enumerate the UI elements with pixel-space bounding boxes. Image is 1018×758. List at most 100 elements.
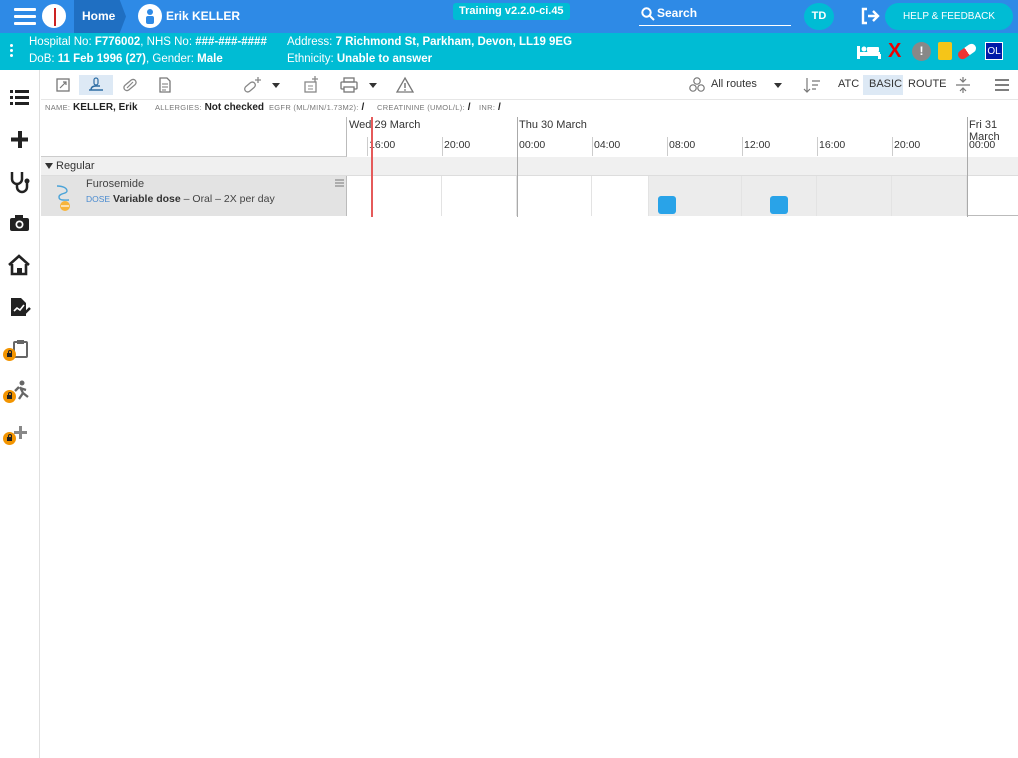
- scheduled-dose-marker[interactable]: [770, 196, 788, 214]
- search-button[interactable]: Search: [639, 4, 791, 26]
- scheduled-dose-marker[interactable]: [658, 196, 676, 214]
- hour-label: 12:00: [744, 139, 771, 151]
- egfr-field: EGFR (ML/MIN/1.73M2): /: [269, 102, 365, 113]
- pill-icon[interactable]: [956, 42, 978, 61]
- house-icon: [8, 254, 30, 276]
- chart-toolbar: All routes ATC BASIC ROUTE: [41, 70, 1018, 100]
- time-cell[interactable]: [347, 176, 442, 216]
- logout-icon[interactable]: [860, 7, 880, 25]
- time-cell[interactable]: [517, 176, 592, 216]
- day-label: Wed 29 March: [349, 119, 421, 131]
- more-vertical-icon[interactable]: [10, 44, 13, 59]
- route-view-button[interactable]: ROUTE: [908, 78, 947, 90]
- allergies-field: ALLERGIES: Not checked: [155, 102, 265, 113]
- edit-document-icon: [11, 298, 31, 316]
- hour-tick: [442, 137, 443, 156]
- alert-x-icon[interactable]: X: [888, 41, 901, 62]
- hand-pill-icon: [89, 77, 103, 91]
- chart-header-blank: [41, 117, 347, 157]
- day-separator: [967, 117, 968, 217]
- patient-ethnicity: Ethnicity: Unable to answer: [287, 53, 433, 65]
- ol-badge[interactable]: OL: [985, 42, 1003, 60]
- collapse-icon[interactable]: [953, 75, 973, 95]
- time-cell[interactable]: [442, 176, 517, 216]
- hour-label: 20:00: [444, 139, 471, 151]
- hour-label: 00:00: [969, 139, 996, 151]
- hour-tick: [742, 137, 743, 156]
- atc-view-button[interactable]: ATC: [838, 78, 859, 90]
- search-icon: [641, 7, 655, 21]
- oral-medication-icon: [56, 185, 70, 211]
- build-badge: Training v2.2.0-ci.45: [453, 3, 570, 20]
- patient-demographics: DoB: 11 Feb 1996 (27), Gender: Male: [29, 53, 223, 65]
- print-dropdown-icon[interactable]: [369, 83, 377, 88]
- lock-icon: [3, 348, 16, 361]
- print-icon[interactable]: [339, 75, 359, 95]
- search-label: Search: [657, 6, 698, 20]
- person-icon: [138, 4, 162, 28]
- patient-info-strip: NAME: KELLER, Erik ALLERGIES: Not checke…: [41, 100, 1018, 117]
- section-regular[interactable]: Regular: [41, 157, 1018, 176]
- hour-label: 20:00: [894, 139, 921, 151]
- medication-name: Furosemide: [86, 178, 145, 190]
- hour-tick: [592, 137, 593, 156]
- tab-administration[interactable]: [79, 75, 113, 95]
- top-bar: Home Erik KELLER Training v2.2.0-ci.45 S…: [0, 0, 1018, 33]
- sidebar-item-locked-1[interactable]: [0, 329, 40, 369]
- hour-label: 16:00: [819, 139, 846, 151]
- menu-icon[interactable]: [992, 75, 1012, 95]
- basic-view-button[interactable]: BASIC: [863, 75, 903, 95]
- clipboard-icon[interactable]: [938, 42, 952, 60]
- routes-select[interactable]: All routes: [711, 78, 757, 90]
- medication-dose: DOSE Variable dose – Oral – 2X per day: [86, 193, 275, 205]
- medication-chart: Wed 29 March Thu 30 March Fri 31 March 16:0…: [41, 117, 1018, 217]
- add-medication-dropdown-icon[interactable]: [272, 83, 280, 88]
- sidebar-item-chart[interactable]: [0, 287, 40, 327]
- history-icon[interactable]: [53, 75, 73, 95]
- patient-ids: Hospital No: F776002, NHS No: ###-###-##…: [29, 36, 267, 48]
- warning-icon[interactable]: !: [912, 42, 931, 61]
- app-logo[interactable]: [40, 2, 68, 30]
- capsule-icon[interactable]: [120, 75, 140, 95]
- hour-tick: [817, 137, 818, 156]
- patient-address: Address: 7 Richmond St, Parkham, Devon, …: [287, 36, 573, 48]
- sidebar-item-add[interactable]: [0, 119, 40, 159]
- hamburger-menu-icon[interactable]: [14, 8, 36, 26]
- medication-row[interactable]: Furosemide DOSE Variable dose – Oral – 2…: [41, 176, 1018, 216]
- caret-down-icon[interactable]: [45, 163, 53, 169]
- sidebar-item-locked-3[interactable]: [0, 413, 40, 453]
- time-cell[interactable]: [592, 176, 649, 216]
- sidebar-item-camera[interactable]: [0, 203, 40, 243]
- patient-banner: Hospital No: F776002, NHS No: ###-###-##…: [0, 33, 1018, 70]
- time-cell[interactable]: [892, 176, 967, 216]
- list-icon: [10, 90, 29, 105]
- time-cell[interactable]: [817, 176, 892, 216]
- user-avatar[interactable]: TD: [804, 3, 834, 30]
- add-medication-icon[interactable]: [241, 75, 263, 95]
- bed-icon[interactable]: [856, 42, 882, 62]
- add-order-icon[interactable]: [301, 75, 321, 95]
- inr-field: INR: /: [479, 102, 501, 113]
- lock-icon: [3, 390, 16, 403]
- sort-icon[interactable]: [803, 75, 821, 95]
- medication-info[interactable]: Furosemide DOSE Variable dose – Oral – 2…: [41, 176, 347, 216]
- section-label: Regular: [56, 160, 95, 172]
- lock-icon: [3, 432, 16, 445]
- help-feedback-button[interactable]: HELP & FEEDBACK: [885, 3, 1013, 30]
- hour-tick: [892, 137, 893, 156]
- sidebar-item-locked-2[interactable]: [0, 371, 40, 411]
- sidebar-item-home[interactable]: [0, 245, 40, 285]
- routes-dropdown-icon[interactable]: [774, 83, 782, 88]
- hour-label: 00:00: [519, 139, 546, 151]
- camera-icon: [10, 215, 29, 231]
- sidebar-item-clinical[interactable]: [0, 161, 40, 201]
- document-icon[interactable]: [155, 75, 175, 95]
- creatinine-field: CREATININE (UMOL/L): /: [377, 102, 471, 113]
- hour-tick: [367, 137, 368, 156]
- breadcrumb-home[interactable]: Home: [74, 0, 126, 33]
- row-menu-icon[interactable]: [335, 179, 344, 187]
- warning-triangle-icon[interactable]: [395, 75, 415, 95]
- patient-name: Erik KELLER: [166, 9, 241, 23]
- sidebar-item-list[interactable]: [0, 77, 40, 117]
- stethoscope-icon: [10, 172, 30, 194]
